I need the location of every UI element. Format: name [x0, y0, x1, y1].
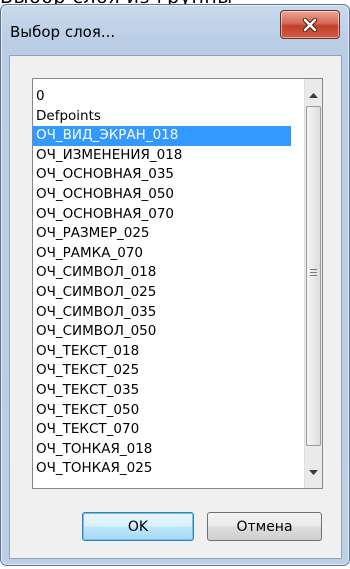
scroll-down-button[interactable]	[306, 464, 321, 480]
layer-select-dialog: Выбор слоя... 0 Defpoints ОЧ_ВИД_ЭКРАН_018…	[0, 4, 350, 566]
vertical-scrollbar[interactable]	[304, 79, 322, 488]
arrow-up-icon	[309, 92, 318, 98]
dialog-client-area: 0 Defpoints ОЧ_ВИД_ЭКРАН_018 ОЧ_ИЗМЕНЕНИЯ_0…	[9, 55, 342, 559]
layer-list-item[interactable]: ОЧ_ТОНКАЯ_018	[33, 440, 291, 460]
layer-list-item[interactable]: ОЧ_ТОНКАЯ_025	[33, 459, 291, 479]
scroll-grip-icon	[310, 269, 317, 278]
layer-list-item[interactable]: ОЧ_ТЕКСТ_018	[33, 342, 291, 362]
cancel-button[interactable]: Отмена	[207, 512, 322, 541]
title-bar[interactable]: Выбор слоя...	[1, 5, 349, 55]
layer-list-item[interactable]: ОЧ_ТЕКСТ_050	[33, 401, 291, 421]
layer-list-item[interactable]: Defpoints	[33, 107, 291, 127]
layer-list-item[interactable]: ОЧ_ИЗМЕНЕНИЯ_018	[33, 146, 291, 166]
layer-list-item[interactable]: ОЧ_ОСНОВНАЯ_035	[33, 165, 291, 185]
dialog-title: Выбор слоя...	[10, 23, 116, 41]
layer-list-item[interactable]: ОЧ_ОСНОВНАЯ_070	[33, 205, 291, 225]
layer-list-item[interactable]: ОЧ_СИМВОЛ_025	[33, 283, 291, 303]
arrow-down-icon	[309, 469, 318, 475]
layer-list-item[interactable]: ОЧ_ОСНОВНАЯ_050	[33, 185, 291, 205]
scroll-up-button[interactable]	[306, 87, 321, 103]
layer-list-item[interactable]: ОЧ_ТЕКСТ_070	[33, 420, 291, 440]
ok-button[interactable]: OK	[82, 512, 194, 541]
layer-list-item[interactable]: ОЧ_РАЗМЕР_025	[33, 224, 291, 244]
layer-list-item[interactable]: ОЧ_СИМВОЛ_018	[33, 263, 291, 283]
layer-list-item[interactable]: ОЧ_СИМВОЛ_035	[33, 303, 291, 323]
layer-list-item[interactable]: 0	[33, 87, 291, 107]
layer-listbox[interactable]: 0 Defpoints ОЧ_ВИД_ЭКРАН_018 ОЧ_ИЗМЕНЕНИЯ_0…	[32, 78, 323, 489]
layer-list-item[interactable]: ОЧ_СИМВОЛ_050	[33, 322, 291, 342]
scroll-thumb[interactable]	[306, 106, 321, 446]
layer-list: 0 Defpoints ОЧ_ВИД_ЭКРАН_018 ОЧ_ИЗМЕНЕНИЯ_0…	[33, 87, 291, 479]
close-button[interactable]	[280, 10, 340, 39]
layer-list-item[interactable]: ОЧ_ТЕКСТ_035	[33, 381, 291, 401]
layer-list-item[interactable]: ОЧ_ТЕКСТ_025	[33, 361, 291, 381]
close-x-icon	[302, 17, 318, 32]
layer-list-item[interactable]: ОЧ_РАМКА_070	[33, 244, 291, 264]
layer-list-item[interactable]: ОЧ_ВИД_ЭКРАН_018	[33, 126, 291, 146]
